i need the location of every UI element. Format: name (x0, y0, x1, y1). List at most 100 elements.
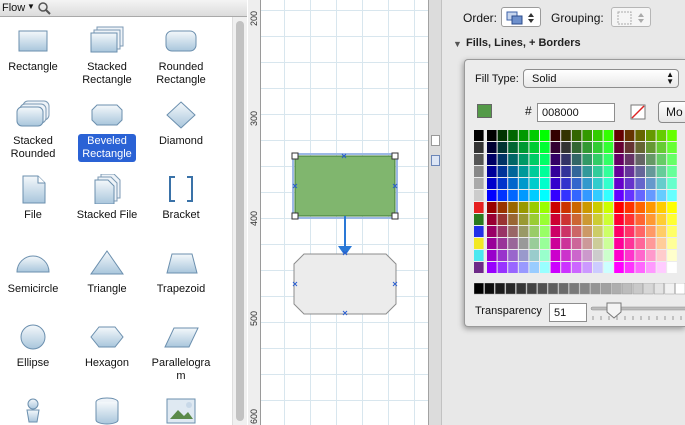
palette-swatch[interactable] (561, 202, 571, 213)
palette-swatch[interactable] (561, 142, 571, 153)
more-colors-button[interactable]: Mo (658, 101, 685, 123)
palette-swatch[interactable] (487, 250, 497, 261)
palette-swatch[interactable] (497, 166, 508, 177)
shape-stacked-rectangle[interactable]: Stacked Rectangle (67, 26, 147, 88)
palette-swatch[interactable] (571, 166, 582, 177)
slider-thumb[interactable] (606, 302, 622, 319)
gray-swatch[interactable] (505, 283, 516, 295)
palette-swatch[interactable] (508, 142, 518, 153)
beveled-rectangle-shape[interactable] (293, 253, 397, 315)
palette-swatch[interactable] (582, 154, 592, 165)
palette-swatch[interactable] (614, 214, 624, 225)
palette-swatch[interactable] (635, 178, 645, 189)
palette-swatch[interactable] (656, 202, 667, 213)
gray-swatch[interactable] (547, 283, 559, 295)
palette-swatch[interactable] (624, 178, 635, 189)
palette-swatch[interactable] (550, 154, 561, 165)
shape-image[interactable] (141, 396, 221, 425)
shape-diamond[interactable]: Diamond (141, 100, 221, 149)
palette-swatch[interactable] (635, 166, 645, 177)
shape-database[interactable] (67, 396, 147, 425)
gray-swatch[interactable] (516, 283, 527, 295)
gray-swatch[interactable] (590, 283, 601, 295)
shape-trapezoid[interactable]: Trapezoid (141, 248, 221, 297)
palette-swatch[interactable] (497, 190, 508, 201)
palette-swatch[interactable] (474, 250, 484, 261)
shape-rounded-rectangle[interactable]: Rounded Rectangle (141, 26, 221, 88)
palette-swatch[interactable] (561, 250, 571, 261)
palette-swatch[interactable] (614, 142, 624, 153)
palette-swatch[interactable] (624, 130, 635, 141)
resize-handle[interactable] (391, 152, 399, 160)
palette-swatch[interactable] (635, 262, 645, 273)
palette-swatch[interactable] (540, 262, 550, 273)
palette-swatch[interactable] (646, 166, 656, 177)
palette-swatch[interactable] (550, 190, 561, 201)
gray-swatch[interactable] (611, 283, 622, 295)
palette-swatch[interactable] (593, 250, 603, 261)
palette-swatch[interactable] (635, 250, 645, 261)
palette-swatch[interactable] (487, 142, 497, 153)
palette-swatch[interactable] (561, 130, 571, 141)
palette-swatch[interactable] (667, 190, 677, 201)
palette-swatch[interactable] (635, 238, 645, 249)
palette-swatch[interactable] (529, 238, 539, 249)
palette-swatch[interactable] (550, 226, 561, 237)
palette-swatch[interactable] (561, 178, 571, 189)
shape-actor[interactable] (0, 396, 73, 425)
palette-swatch[interactable] (582, 238, 592, 249)
palette-swatch[interactable] (529, 154, 539, 165)
palette-swatch[interactable] (508, 226, 518, 237)
palette-swatch[interactable] (474, 238, 484, 249)
palette-swatch[interactable] (529, 202, 539, 213)
palette-swatch[interactable] (561, 226, 571, 237)
palette-swatch[interactable] (667, 250, 677, 261)
palette-swatch[interactable] (582, 250, 592, 261)
palette-swatch[interactable] (550, 130, 561, 141)
palette-swatch[interactable] (508, 238, 518, 249)
palette-swatch[interactable] (614, 202, 624, 213)
palette-swatch[interactable] (497, 130, 508, 141)
palette-swatch[interactable] (603, 202, 614, 213)
gray-swatch[interactable] (600, 283, 612, 295)
gray-swatch[interactable] (643, 283, 654, 295)
palette-swatch[interactable] (497, 154, 508, 165)
palette-swatch[interactable] (603, 154, 614, 165)
palette-swatch[interactable] (508, 262, 518, 273)
palette-swatch[interactable] (529, 190, 539, 201)
palette-swatch[interactable] (656, 166, 667, 177)
palette-swatch[interactable] (497, 238, 508, 249)
palette-swatch[interactable] (667, 238, 677, 249)
palette-swatch[interactable] (624, 262, 635, 273)
palette-swatch[interactable] (667, 202, 677, 213)
palette-swatch[interactable] (540, 238, 550, 249)
palette-swatch[interactable] (518, 238, 529, 249)
palette-swatch[interactable] (593, 202, 603, 213)
palette-swatch[interactable] (529, 214, 539, 225)
palette-swatch[interactable] (529, 166, 539, 177)
palette-swatch[interactable] (571, 178, 582, 189)
palette-swatch[interactable] (656, 142, 667, 153)
palette-swatch[interactable] (487, 226, 497, 237)
palette-swatch[interactable] (561, 190, 571, 201)
palette-swatch[interactable] (646, 142, 656, 153)
palette-swatch[interactable] (540, 250, 550, 261)
color-palette-grid[interactable] (474, 130, 685, 275)
palette-swatch[interactable] (603, 214, 614, 225)
palette-swatch[interactable] (603, 166, 614, 177)
fills-lines-borders-header[interactable]: Fills, Lines, + Borders (466, 37, 581, 49)
palette-swatch[interactable] (474, 154, 484, 165)
palette-swatch[interactable] (561, 154, 571, 165)
palette-swatch[interactable] (656, 226, 667, 237)
palette-swatch[interactable] (593, 226, 603, 237)
palette-swatch[interactable] (497, 262, 508, 273)
palette-swatch[interactable] (593, 166, 603, 177)
shape-hexagon[interactable]: Hexagon (67, 322, 147, 371)
palette-swatch[interactable] (656, 178, 667, 189)
gray-swatch[interactable] (675, 283, 685, 295)
palette-swatch[interactable] (518, 202, 529, 213)
palette-swatch[interactable] (571, 130, 582, 141)
palette-swatch[interactable] (571, 262, 582, 273)
palette-swatch[interactable] (582, 214, 592, 225)
palette-swatch[interactable] (540, 190, 550, 201)
